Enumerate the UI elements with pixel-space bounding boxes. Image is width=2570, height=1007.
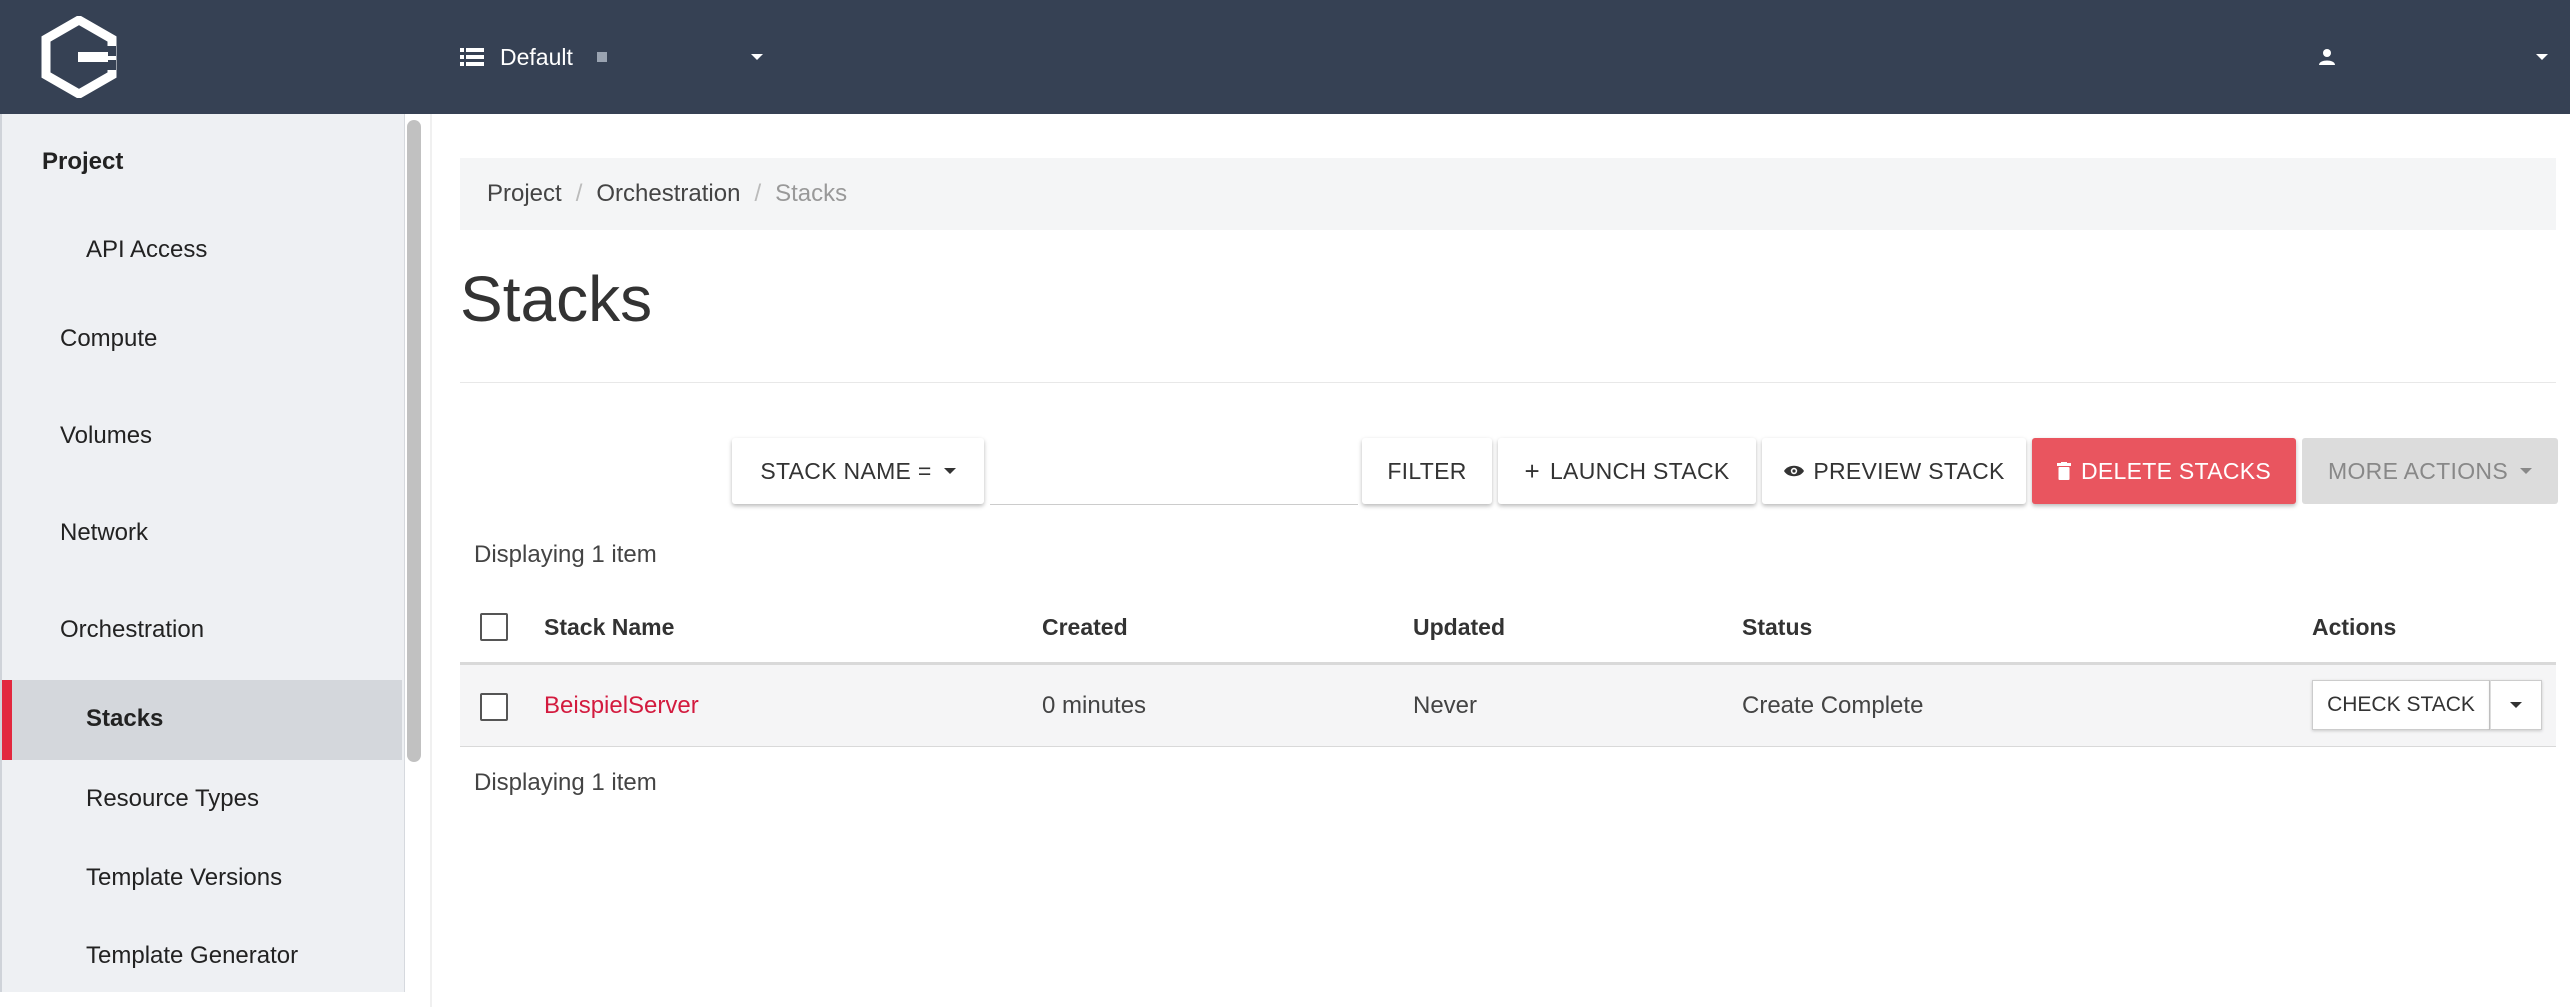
breadcrumb-stacks: Stacks (775, 180, 848, 207)
items-count-bottom: Displaying 1 item (474, 769, 657, 796)
project-switcher[interactable]: Default (460, 0, 763, 114)
more-actions-label: MORE ACTIONS (2328, 457, 2508, 484)
preview-stack-button[interactable]: PREVIEW STACK (1762, 438, 2026, 504)
row-checkbox[interactable] (480, 693, 508, 721)
square-icon (596, 52, 607, 62)
chevron-down-icon (2519, 468, 2532, 474)
column-header-updated[interactable]: Updated (1413, 592, 1505, 662)
delete-stacks-button[interactable]: DELETE STACKS (2032, 438, 2296, 504)
chevron-down-icon (2510, 702, 2522, 708)
trash-icon (2056, 462, 2071, 480)
filter-button-label: FILTER (1387, 457, 1467, 484)
page-title: Stacks (460, 263, 653, 335)
updated-cell: Never (1413, 692, 1478, 719)
divider (430, 114, 432, 1007)
filter-field-dropdown[interactable]: STACK NAME = (732, 438, 984, 504)
row-actions-dropdown[interactable] (2490, 680, 2542, 730)
breadcrumb-project[interactable]: Project (487, 180, 562, 208)
sidebar-item-api-access[interactable]: API Access (86, 236, 486, 264)
items-count-top: Displaying 1 item (474, 541, 657, 568)
divider (460, 382, 2556, 383)
created-cell: 0 minutes (1042, 692, 1147, 719)
stack-name-link[interactable]: BeispielServer (544, 665, 699, 746)
launch-stack-label: LAUNCH STACK (1549, 457, 1730, 484)
column-header-actions: Actions (2312, 614, 2397, 640)
column-header-stack-name[interactable]: Stack Name (544, 592, 674, 662)
list-icon (460, 48, 484, 66)
user-icon (2319, 49, 2335, 65)
user-menu[interactable] (2318, 0, 2548, 114)
filter-button[interactable]: FILTER (1362, 438, 1492, 504)
launch-stack-button[interactable]: + LAUNCH STACK (1498, 438, 1756, 504)
preview-stack-label: PREVIEW STACK (1813, 457, 2005, 484)
status-cell: Create Complete (1742, 692, 1924, 719)
project-switcher-label: Default (500, 43, 573, 70)
openstack-logo-icon[interactable] (40, 16, 118, 98)
sidebar: Project API Access Compute Volumes Netwo… (0, 114, 405, 992)
sidebar-item-compute[interactable]: Compute (60, 325, 460, 353)
column-header-created[interactable]: Created (1042, 592, 1128, 662)
sidebar-item-stacks[interactable]: Stacks (86, 705, 486, 733)
chevron-down-icon (943, 468, 956, 474)
more-actions-button[interactable]: MORE ACTIONS (2302, 438, 2558, 504)
breadcrumb-orchestration[interactable]: Orchestration (596, 180, 740, 208)
sidebar-item-project[interactable]: Project (42, 148, 442, 176)
filter-input[interactable] (990, 440, 1358, 505)
plus-icon: + (1524, 456, 1540, 486)
filter-field-label: STACK NAME = (760, 457, 932, 484)
sidebar-item-network[interactable]: Network (60, 519, 460, 547)
table-header: Stack Name Created Updated Status Action… (460, 592, 2556, 665)
sidebar-item-resource-types[interactable]: Resource Types (86, 785, 486, 813)
eye-icon (1784, 465, 1805, 477)
sidebar-item-template-generator[interactable]: Template Generator (86, 942, 486, 970)
check-stack-label: CHECK STACK (2327, 693, 2475, 716)
chevron-down-icon (2536, 54, 2548, 60)
top-navbar: Default (0, 0, 2570, 114)
delete-stacks-label: DELETE STACKS (2080, 457, 2272, 484)
chevron-down-icon (750, 54, 763, 60)
select-all-checkbox[interactable] (480, 613, 508, 641)
check-stack-button[interactable]: CHECK STACK (2312, 680, 2490, 730)
sidebar-item-orchestration[interactable]: Orchestration (60, 616, 460, 644)
breadcrumb: Project / Orchestration / Stacks (460, 158, 2556, 230)
column-header-status[interactable]: Status (1742, 592, 1812, 662)
sidebar-item-volumes[interactable]: Volumes (60, 422, 460, 450)
sidebar-scrollbar[interactable] (407, 120, 421, 762)
sidebar-item-template-versions[interactable]: Template Versions (86, 864, 486, 892)
table-row: BeispielServer 0 minutes Never Create Co… (460, 665, 2556, 747)
